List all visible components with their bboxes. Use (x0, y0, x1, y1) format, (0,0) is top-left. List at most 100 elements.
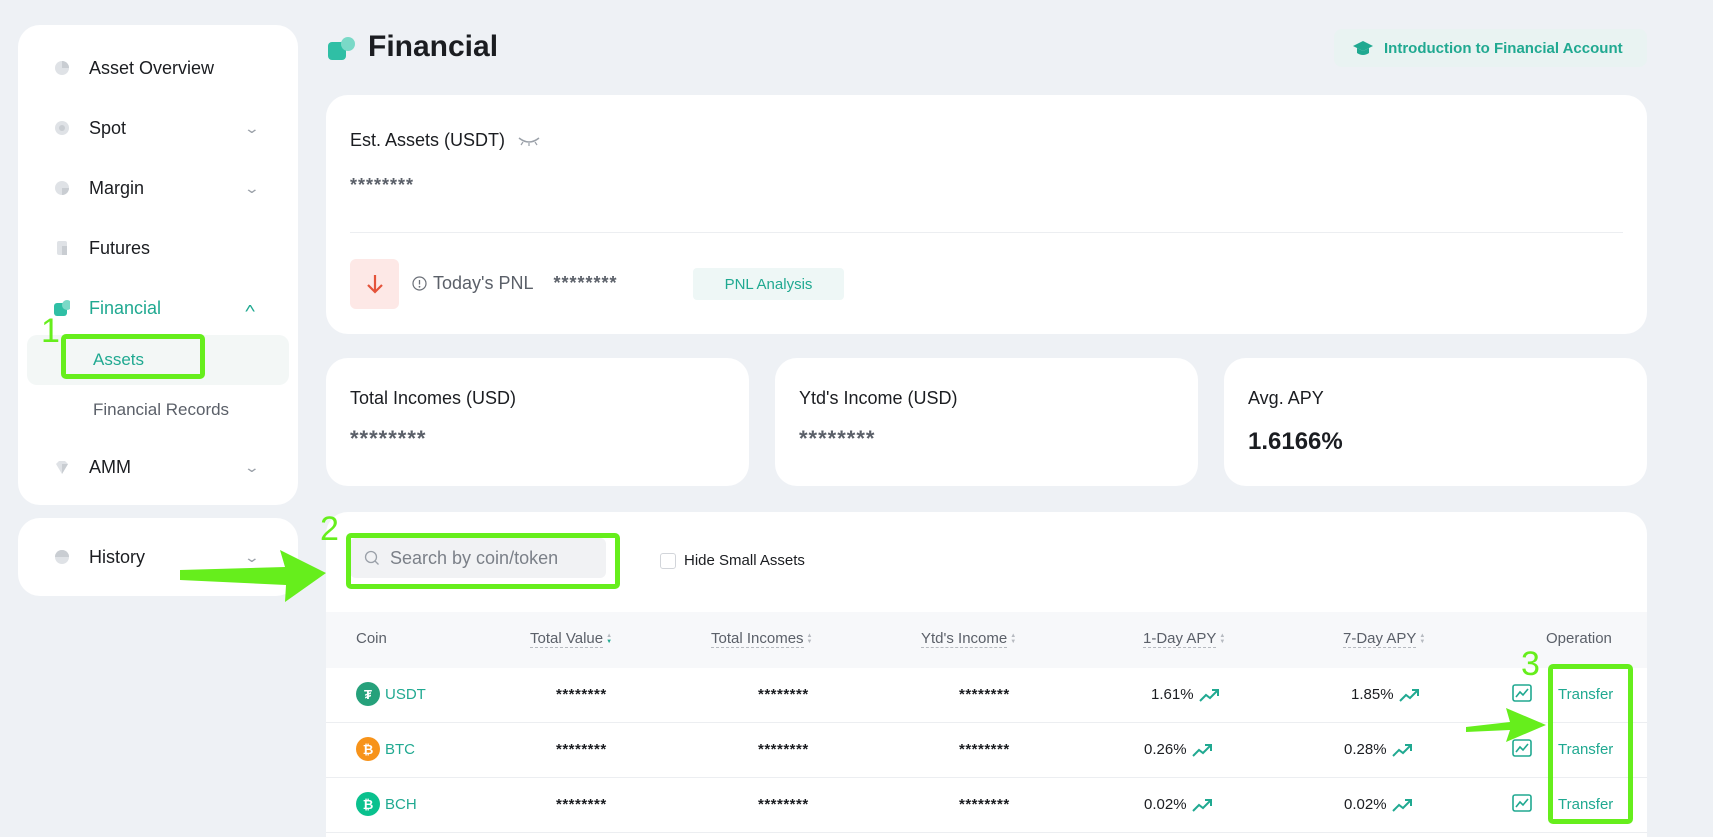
column-header-7day-apy[interactable]: 7-Day APY ▲ ▼ (1343, 630, 1425, 648)
7day-apy-cell: 0.28% (1344, 741, 1412, 758)
sidebar-item-label: Futures (89, 237, 151, 258)
sidebar-item-spot[interactable]: Spot ⌄ (18, 108, 298, 148)
info-icon[interactable] (412, 276, 427, 291)
ytd-income-card: Ytd's Income (USD) ******** (775, 358, 1198, 486)
total-incomes-card: Total Incomes (USD) ******** (326, 358, 749, 486)
total-incomes-cell: ******** (758, 686, 809, 703)
coin-cell[interactable]: ₿ BCH (356, 792, 417, 816)
chevron-down-icon: ⌄ (243, 119, 261, 136)
total-incomes-label: Total Incomes (USD) (350, 388, 517, 408)
diamond-icon (54, 459, 70, 475)
avg-apy-value: 1.6166% (1248, 428, 1343, 455)
sidebar-item-financial[interactable]: Financial ˄ (18, 288, 298, 328)
sort-icon: ▲ ▼ (1219, 633, 1226, 645)
history-icon (54, 549, 70, 565)
search-box[interactable] (350, 538, 606, 578)
sort-icon: ▲ ▼ (606, 633, 613, 645)
column-header-total-value[interactable]: Total Value ▲ ▼ (530, 630, 612, 648)
pnl-down-arrow-icon (350, 259, 399, 309)
assets-table-card: Hide Small Assets Coin Total Value▲▼ Tot… (326, 512, 1647, 837)
coin-name: BCH (385, 795, 417, 813)
table-row: ₮ USDT ******** ******** ******** 1.61% … (326, 668, 1647, 723)
sidebar-item-history[interactable]: History ⌄ (18, 537, 298, 577)
sidebar-item-label: Asset Overview (89, 57, 215, 78)
bch-logo-icon: ₿ (356, 792, 380, 816)
column-header-coin: Coin (356, 630, 387, 647)
chart-icon[interactable] (1512, 794, 1532, 817)
total-incomes-cell: ******** (758, 741, 809, 758)
chevron-down-icon: ⌄ (243, 179, 261, 196)
sort-icon: ▲ ▼ (1010, 633, 1017, 645)
annotation-number-3: 3 (1521, 645, 1540, 683)
hide-small-assets-label: Hide Small Assets (684, 552, 805, 569)
trend-up-icon (1391, 798, 1412, 812)
todays-pnl-label: Today's PNL (433, 273, 534, 293)
ytd-income-cell: ******** (959, 796, 1010, 813)
search-input[interactable] (390, 547, 590, 569)
column-header-1day-apy[interactable]: 1-Day APY ▲ ▼ (1143, 630, 1225, 648)
total-incomes-cell: ******** (758, 796, 809, 813)
coin-cell[interactable]: ₿ BTC (356, 737, 415, 761)
trend-up-icon (1198, 688, 1219, 702)
usdt-logo-icon: ₮ (356, 682, 380, 706)
7day-apy-cell: 0.02% (1344, 796, 1412, 813)
chevron-down-icon: ⌄ (243, 548, 261, 565)
btc-logo-icon: ₿ (356, 737, 380, 761)
chart-icon[interactable] (1512, 739, 1532, 762)
todays-pnl: Today's PNL ******** (412, 273, 618, 294)
est-assets-label: Est. Assets (USDT) (350, 130, 506, 150)
transfer-link[interactable]: Transfer (1558, 741, 1613, 758)
sidebar-subitem-assets[interactable]: Assets (93, 337, 144, 383)
pnl-analysis-button[interactable]: PNL Analysis (693, 268, 844, 300)
sidebar-item-label: Spot (89, 117, 127, 138)
sort-icon: ▲ ▼ (1419, 633, 1426, 645)
1day-apy-cell: 1.61% (1151, 686, 1219, 703)
financial-title-icon (328, 36, 356, 60)
pie-chart-icon (54, 60, 70, 76)
annotation-number-2: 2 (320, 510, 339, 548)
trend-up-icon (1398, 688, 1419, 702)
7day-apy-cell: 1.85% (1351, 686, 1419, 703)
margin-icon (54, 180, 70, 196)
sidebar-subitem-active-bg (27, 335, 289, 385)
ytd-income-cell: ******** (959, 741, 1010, 758)
hide-small-assets-checkbox[interactable] (660, 552, 676, 569)
trend-up-icon (1191, 798, 1212, 812)
column-header-total-incomes[interactable]: Total Incomes ▲ ▼ (711, 630, 813, 648)
trend-up-icon (1391, 743, 1412, 757)
annotation-number-1: 1 (41, 312, 60, 350)
chevron-up-icon: ˄ (244, 300, 256, 316)
ytd-income-cell: ******** (959, 686, 1010, 703)
sidebar-item-label: History (89, 546, 146, 567)
sidebar-item-amm[interactable]: AMM ⌄ (18, 447, 298, 487)
hide-small-assets-toggle[interactable]: Hide Small Assets (660, 552, 805, 569)
intro-financial-account-button[interactable]: Introduction to Financial Account (1334, 29, 1647, 67)
sidebar-subitem-label: Financial Records (93, 400, 230, 419)
sidebar-item-futures[interactable]: Futures (18, 228, 298, 268)
est-assets-card: Est. Assets (USDT) ******** Today's PNL … (326, 95, 1647, 334)
transfer-link[interactable]: Transfer (1558, 796, 1613, 813)
todays-pnl-value: ******** (553, 273, 618, 293)
total-value-cell: ******** (556, 686, 607, 703)
sidebar-item-margin[interactable]: Margin ⌄ (18, 168, 298, 208)
sidebar-history-card: History ⌄ (18, 518, 298, 596)
chart-icon[interactable] (1512, 684, 1532, 707)
transfer-link[interactable]: Transfer (1558, 686, 1613, 703)
sidebar-item-asset-overview[interactable]: Asset Overview (18, 48, 298, 88)
sidebar-subitem-financial-records[interactable]: Financial Records (93, 387, 229, 433)
avg-apy-label: Avg. APY (1248, 388, 1324, 408)
futures-icon (54, 240, 70, 256)
eye-closed-icon[interactable] (517, 134, 541, 148)
divider (350, 232, 1623, 233)
coin-name: USDT (385, 685, 426, 703)
intro-button-label: Introduction to Financial Account (1384, 39, 1623, 57)
coin-cell[interactable]: ₮ USDT (356, 682, 426, 706)
chevron-down-icon: ⌄ (243, 458, 261, 475)
sidebar-subitem-label: Assets (93, 350, 145, 369)
column-header-ytd-income[interactable]: Ytd's Income ▲ ▼ (921, 630, 1016, 648)
sidebar-item-label: Margin (89, 177, 145, 198)
total-value-cell: ******** (556, 796, 607, 813)
ytd-income-label: Ytd's Income (USD) (799, 388, 958, 408)
1day-apy-cell: 0.02% (1144, 796, 1212, 813)
graduation-cap-icon (1352, 39, 1374, 57)
